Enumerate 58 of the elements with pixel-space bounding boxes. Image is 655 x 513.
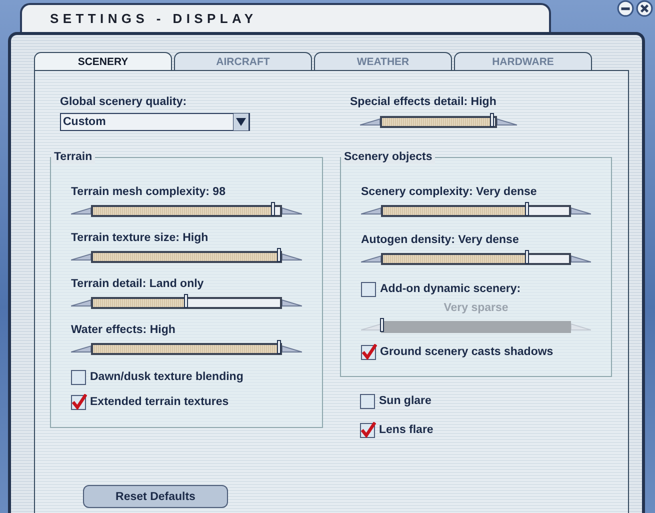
checkbox-label: Lens flare: [379, 424, 434, 436]
slider-label: Terrain mesh complexity: 98: [71, 185, 226, 200]
checkbox[interactable]: [361, 282, 376, 296]
dropdown-arrow-icon: [233, 113, 249, 131]
slider-left-arrow-icon[interactable]: [361, 255, 381, 263]
slider-label: Scenery complexity: Very dense: [361, 185, 538, 200]
checkbox-label: Sun glare: [379, 395, 432, 407]
slider-label: Terrain texture size: High: [71, 231, 210, 246]
slider-left-arrow-icon[interactable]: [71, 207, 91, 215]
slider-right-arrow-icon[interactable]: [497, 118, 517, 126]
minimize-icon[interactable]: [617, 0, 634, 17]
slider-thumb[interactable]: [271, 202, 276, 216]
checkbox[interactable]: [71, 394, 86, 410]
slider-thumb[interactable]: [184, 294, 188, 308]
slider-right-arrow-icon[interactable]: [282, 299, 302, 307]
slider-label: Special effects detail: High: [350, 95, 498, 110]
slider-right-arrow-icon[interactable]: [282, 207, 302, 215]
slider-track[interactable]: [381, 205, 571, 217]
checkbox-label: Dawn/dusk texture blending: [90, 371, 244, 383]
close-icon[interactable]: [636, 0, 653, 17]
group-title: Terrain: [51, 150, 96, 164]
slider-right-arrow-icon[interactable]: [571, 207, 591, 215]
checkbox-label: Extended terrain textures: [90, 396, 229, 408]
group-title: Scenery objects: [341, 150, 436, 164]
slider-left-arrow-icon[interactable]: [360, 118, 380, 126]
checkbox[interactable]: [360, 422, 375, 438]
slider-label: Very sparse: [442, 301, 510, 316]
tab[interactable]: SCENERY: [34, 52, 172, 70]
checkbox-label: Add-on dynamic scenery:: [380, 283, 521, 295]
slider-right-arrow-icon[interactable]: [282, 345, 302, 353]
checkbox[interactable]: [71, 370, 86, 384]
slider-label: Autogen density: Very dense: [361, 233, 520, 248]
slider-left-arrow-icon[interactable]: [361, 323, 381, 331]
slider-right-arrow-icon[interactable]: [571, 323, 591, 331]
checkbox[interactable]: [361, 344, 376, 360]
slider-track[interactable]: [91, 205, 282, 217]
slider-thumb[interactable]: [525, 250, 530, 264]
slider-label: Terrain detail: Land only: [71, 277, 205, 292]
reset-defaults-button[interactable]: Reset Defaults: [83, 485, 228, 508]
slider-thumb[interactable]: [525, 202, 530, 216]
checkbox-label: Ground scenery casts shadows: [380, 346, 554, 358]
slider-left-arrow-icon[interactable]: [361, 207, 381, 215]
slider-left-arrow-icon[interactable]: [71, 345, 91, 353]
quality-label: Global scenery quality:: [60, 95, 188, 110]
slider-left-arrow-icon[interactable]: [71, 253, 91, 261]
checkbox[interactable]: [360, 394, 375, 408]
slider-thumb[interactable]: [277, 248, 281, 262]
slider-thumb[interactable]: [490, 113, 494, 127]
slider-track[interactable]: [381, 253, 571, 265]
slider-right-arrow-icon[interactable]: [282, 253, 302, 261]
slider-thumb[interactable]: [277, 340, 281, 354]
slider-track[interactable]: [91, 297, 282, 309]
slider-right-arrow-icon[interactable]: [571, 255, 591, 263]
slider-track[interactable]: [380, 116, 497, 128]
slider-left-arrow-icon[interactable]: [71, 299, 91, 307]
quality-dropdown[interactable]: Custom: [60, 113, 250, 131]
window-title: SETTINGS - DISPLAY: [50, 11, 258, 26]
slider-label: Water effects: High: [71, 323, 176, 338]
